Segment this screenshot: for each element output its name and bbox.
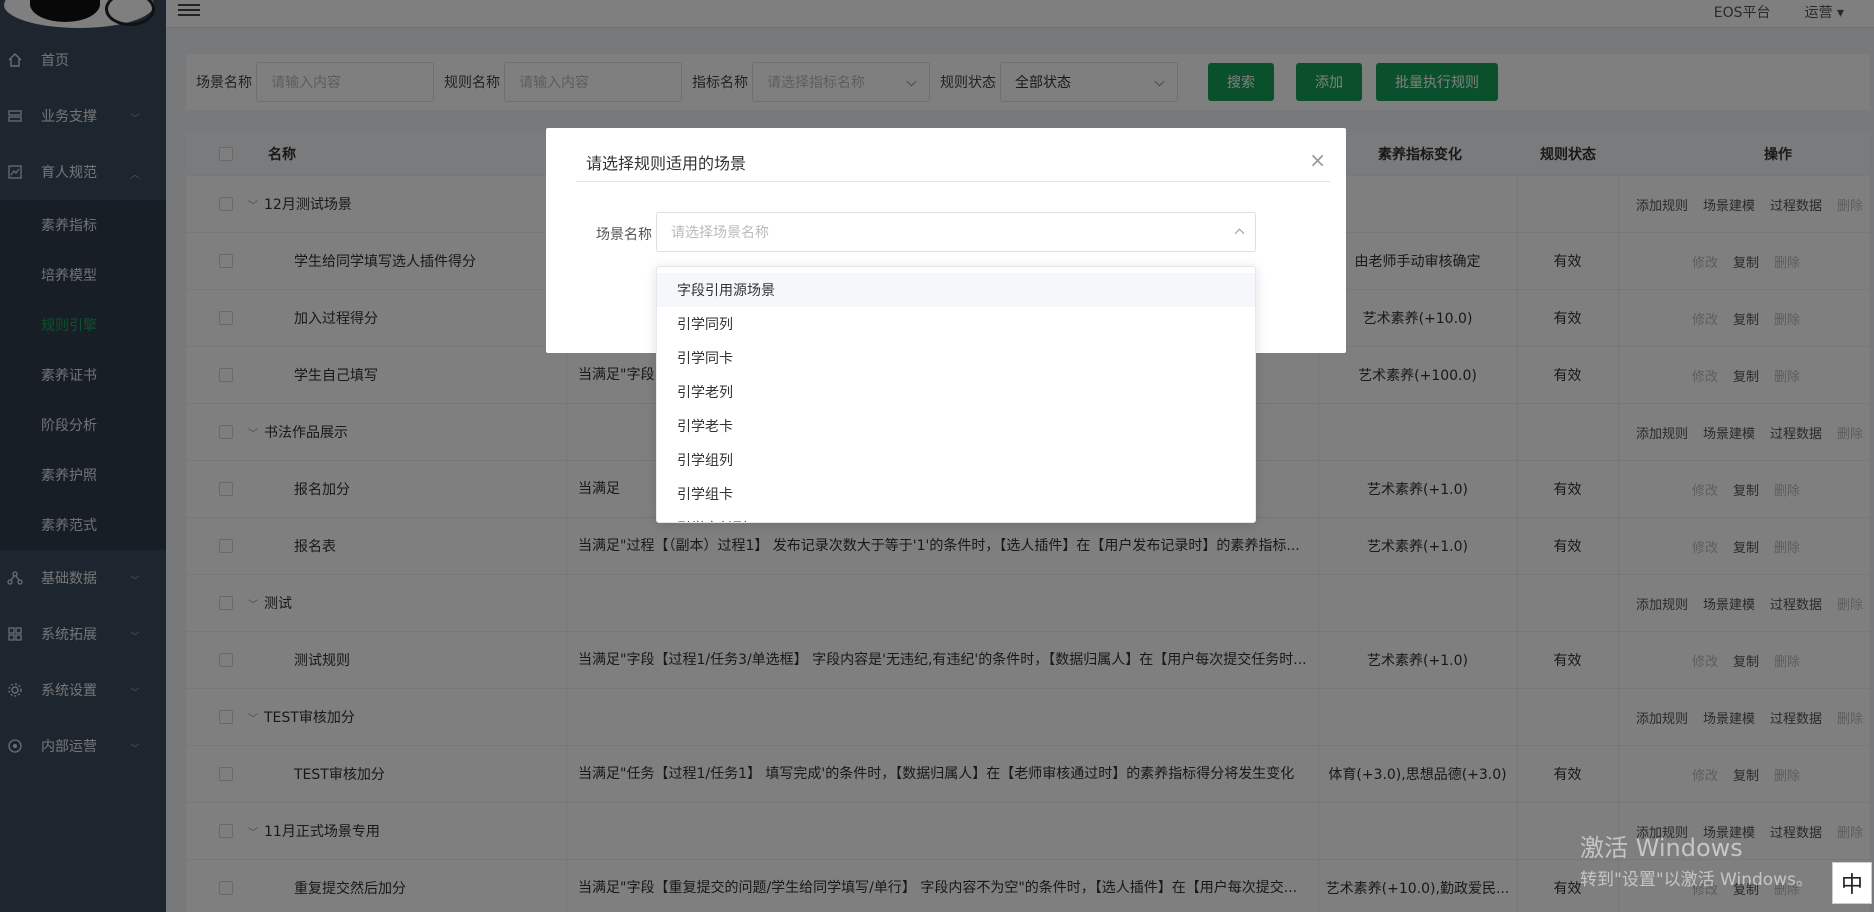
scene-option[interactable]: 引学组卡 [657, 477, 1255, 511]
watermark-line2: 转到"设置"以激活 Windows。 [1580, 870, 1813, 890]
close-icon[interactable]: × [1309, 148, 1326, 172]
chevron-up-icon [1234, 228, 1245, 239]
scene-option[interactable]: 引学老卡 [657, 409, 1255, 443]
scene-option[interactable]: 字段引用源场景 [657, 273, 1255, 307]
scene-option[interactable]: 引学老列 [657, 375, 1255, 409]
windows-activation-watermark: 激活 Windows 转到"设置"以激活 Windows。 [1580, 828, 1813, 890]
ime-indicator[interactable]: 中 [1832, 862, 1872, 904]
scene-name-field-label: 场景名称 [596, 227, 652, 243]
watermark-line1: 激活 Windows [1580, 834, 1743, 862]
scene-option[interactable]: 引学组列 [657, 443, 1255, 477]
scene-option[interactable]: 引学同卡 [657, 341, 1255, 375]
scene-option[interactable]: 引学家长列 [657, 511, 1255, 522]
divider [576, 181, 1330, 182]
scene-select-placeholder: 请选择场景名称 [671, 225, 769, 241]
scene-name-select[interactable]: 请选择场景名称 [656, 212, 1256, 252]
dialog-title: 请选择规则适用的场景 [586, 154, 747, 173]
scene-dropdown: 字段引用源场景引学同列引学同卡引学老列引学老卡引学组列引学组卡引学家长列 [656, 266, 1256, 523]
scene-option[interactable]: 引学同列 [657, 307, 1255, 341]
